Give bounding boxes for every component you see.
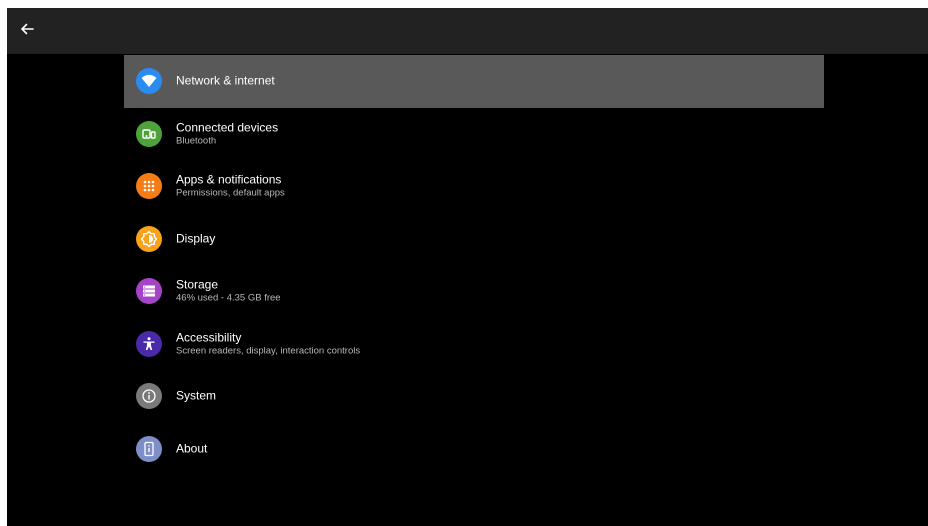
wifi-icon xyxy=(136,68,162,95)
settings-item-subtitle: Bluetooth xyxy=(176,135,217,147)
settings-item-title: Network & internet xyxy=(176,73,275,88)
settings-item-about[interactable]: About xyxy=(124,423,824,476)
settings-item-connected-devices[interactable]: Connected devices Bluetooth xyxy=(124,108,824,161)
devices-icon xyxy=(136,120,162,147)
storage-icon xyxy=(136,278,162,305)
settings-item-display[interactable]: Display xyxy=(124,213,824,266)
settings-item-title: System xyxy=(176,388,217,403)
settings-item-apps[interactable]: Apps & notifications Permissions, defaul… xyxy=(124,160,824,213)
settings-item-title: About xyxy=(176,441,208,456)
settings-item-title: Storage xyxy=(176,277,219,292)
settings-item-title: Display xyxy=(176,231,216,246)
brightness-icon xyxy=(136,225,162,252)
settings-item-subtitle: 46% used - 4.35 GB free xyxy=(176,292,281,304)
settings-item-title: Apps & notifications xyxy=(176,172,282,187)
settings-item-system[interactable]: System xyxy=(124,370,824,423)
settings-list: Network & internet Connected devices Blu… xyxy=(124,55,824,475)
device-info-icon xyxy=(136,435,162,462)
settings-screen: Network & internet Connected devices Blu… xyxy=(7,8,928,526)
settings-item-accessibility[interactable]: Accessibility Screen readers, display, i… xyxy=(124,318,824,371)
accessibility-icon xyxy=(136,330,162,357)
back-button[interactable] xyxy=(15,19,39,43)
settings-item-subtitle: Permissions, default apps xyxy=(176,187,285,199)
apps-grid-icon xyxy=(136,173,162,200)
settings-item-storage[interactable]: Storage 46% used - 4.35 GB free xyxy=(124,265,824,318)
settings-item-network[interactable]: Network & internet xyxy=(124,55,824,108)
settings-item-title: Connected devices xyxy=(176,120,279,135)
arrow-left-icon xyxy=(19,21,35,42)
settings-item-title: Accessibility xyxy=(176,330,242,345)
top-app-bar xyxy=(7,8,928,54)
settings-item-subtitle: Screen readers, display, interaction con… xyxy=(176,345,361,357)
info-icon xyxy=(136,383,162,410)
